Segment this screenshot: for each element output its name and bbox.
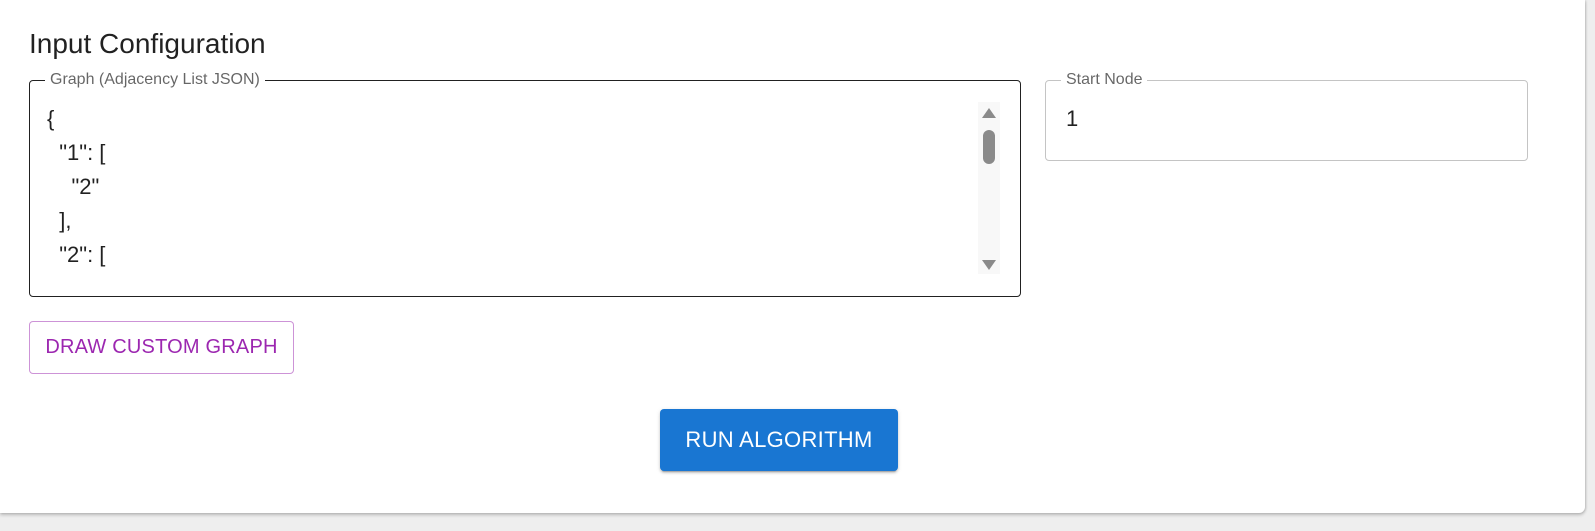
graph-field-label: Graph (Adjacency List JSON) bbox=[50, 71, 260, 88]
run-algorithm-button[interactable]: RUN ALGORITHM bbox=[660, 409, 898, 471]
start-node-input[interactable] bbox=[1066, 100, 1506, 138]
graph-field: Graph (Adjacency List JSON) bbox=[29, 72, 1021, 297]
section-title: Input Configuration bbox=[29, 28, 266, 59]
start-node-label: Start Node bbox=[1066, 71, 1143, 88]
graph-textarea-scrollbar[interactable] bbox=[978, 102, 1000, 274]
input-configuration-card: Input Configuration Graph (Adjacency Lis… bbox=[0, 0, 1585, 513]
scroll-up-arrow-icon[interactable] bbox=[982, 108, 996, 118]
graph-json-textarea[interactable] bbox=[47, 102, 973, 281]
start-node-field: Start Node bbox=[1045, 72, 1528, 161]
scroll-down-arrow-icon[interactable] bbox=[982, 260, 996, 270]
draw-custom-graph-button[interactable]: DRAW CUSTOM GRAPH bbox=[29, 321, 294, 374]
scroll-thumb[interactable] bbox=[983, 130, 995, 164]
